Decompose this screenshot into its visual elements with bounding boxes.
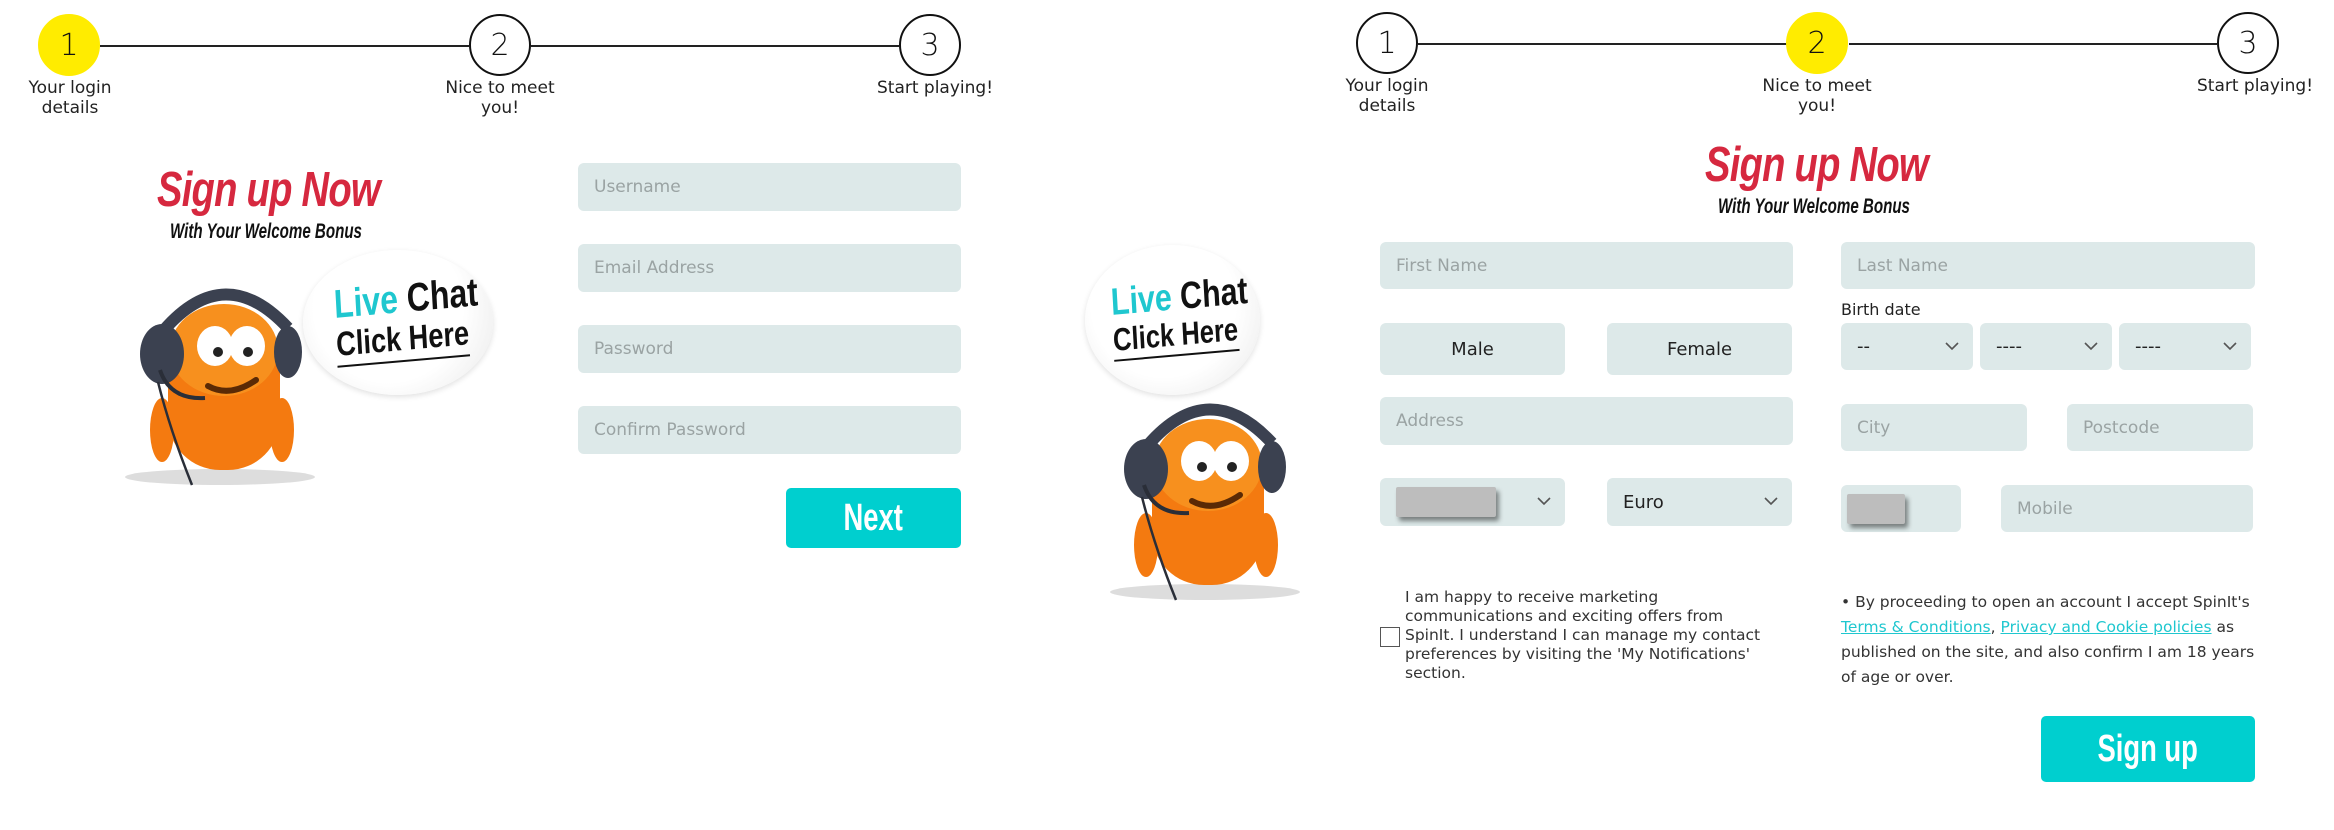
password-input[interactable]	[578, 325, 961, 373]
stepper-connector	[1418, 43, 1787, 45]
step-number: 3	[920, 27, 940, 63]
next-button-label: Next	[843, 496, 904, 539]
birth-year-select[interactable]: ----	[2119, 323, 2251, 370]
mascot-headset-icon[interactable]	[1090, 385, 1340, 605]
phone-prefix-redacted	[1847, 493, 1905, 524]
chevron-down-icon	[1764, 497, 1778, 506]
marketing-consent-checkbox[interactable]	[1380, 627, 1400, 647]
promo-subtitle: With Your Welcome Bonus	[170, 220, 362, 243]
step-1-indicator: 1	[38, 14, 100, 76]
live-chat-bubble[interactable]: Live Chat Click Here	[1085, 245, 1260, 395]
step-1-indicator: 1	[1356, 12, 1418, 74]
gender-male-button[interactable]: Male	[1380, 323, 1565, 375]
terms-conditions-link[interactable]: Terms & Conditions	[1841, 618, 1991, 636]
confirm-password-input[interactable]	[578, 406, 961, 454]
username-input[interactable]	[578, 163, 961, 211]
step-3-label: Start playing!	[876, 78, 994, 98]
promo-title: Sign up Now	[1705, 138, 1929, 192]
chevron-down-icon	[2223, 341, 2237, 350]
step-1-label: Your login details	[1345, 76, 1429, 116]
gender-female-label: Female	[1666, 338, 1733, 360]
step-2-indicator: 2	[1786, 12, 1848, 74]
terms-prefix: • By proceeding to open an account I acc…	[1841, 593, 2250, 611]
birth-day-value: --	[1857, 336, 1870, 357]
promo-title: Sign up Now	[157, 163, 381, 217]
stepper-connector	[531, 45, 899, 47]
sign-up-button-label: Sign up	[2097, 727, 2199, 770]
step-3-indicator: 3	[2217, 12, 2279, 74]
terms-notice: • By proceeding to open an account I acc…	[1841, 590, 2261, 690]
gender-female-button[interactable]: Female	[1607, 323, 1792, 375]
step-number: 2	[490, 27, 510, 63]
live-chat-word-chat: Chat	[1178, 270, 1249, 318]
currency-select[interactable]: Euro	[1607, 478, 1792, 526]
mobile-input[interactable]	[2001, 485, 2253, 532]
birth-date-label: Birth date	[1841, 300, 1921, 319]
mascot-headset-icon[interactable]	[110, 270, 360, 490]
postcode-input[interactable]	[2067, 404, 2253, 451]
step-2-indicator: 2	[469, 14, 531, 76]
country-value-redacted	[1396, 487, 1496, 517]
address-input[interactable]	[1380, 397, 1793, 445]
step-number: 3	[2238, 25, 2258, 61]
last-name-input[interactable]	[1841, 242, 2255, 289]
step-number: 1	[59, 27, 79, 63]
birth-year-value: ----	[2135, 336, 2161, 357]
privacy-cookie-link[interactable]: Privacy and Cookie policies	[2001, 618, 2212, 636]
step-3-label: Start playing!	[2196, 76, 2314, 96]
step-2-label: Nice to meet you!	[445, 78, 555, 118]
marketing-consent-text: I am happy to receive marketing communic…	[1405, 588, 1761, 682]
step-2-label: Nice to meet you!	[1762, 76, 1872, 116]
birth-day-select[interactable]: --	[1841, 323, 1973, 370]
sign-up-button[interactable]: Sign up	[2041, 716, 2255, 782]
signup-step-2-panel: 1 Your login details 2 Nice to meet you!…	[1070, 0, 2334, 830]
promo-subtitle: With Your Welcome Bonus	[1718, 195, 1910, 218]
terms-separator: ,	[1990, 618, 2001, 636]
country-select[interactable]	[1380, 478, 1565, 526]
city-input[interactable]	[1841, 404, 2027, 451]
step-number: 2	[1807, 25, 1827, 61]
currency-value: Euro	[1623, 491, 1664, 513]
live-chat-word-chat: Chat	[405, 270, 479, 321]
stepper-connector	[1849, 43, 2217, 45]
chevron-down-icon	[1945, 341, 1959, 350]
birth-month-select[interactable]: ----	[1980, 323, 2112, 370]
live-chat-click-here[interactable]: Click Here	[1112, 310, 1240, 362]
phone-prefix-select[interactable]	[1841, 485, 1961, 532]
birth-month-value: ----	[1996, 336, 2022, 357]
chevron-down-icon	[2084, 341, 2098, 350]
step-3-indicator: 3	[899, 14, 961, 76]
step-number: 1	[1377, 25, 1397, 61]
gender-male-label: Male	[1451, 338, 1494, 360]
chevron-down-icon	[1537, 497, 1551, 506]
next-button[interactable]: Next	[786, 488, 961, 548]
signup-step-1-panel: 1 Your login details 2 Nice to meet you!…	[0, 0, 1010, 830]
stepper-connector	[100, 45, 469, 47]
step-1-label: Your login details	[28, 78, 112, 118]
email-input[interactable]	[578, 244, 961, 292]
first-name-input[interactable]	[1380, 242, 1793, 289]
